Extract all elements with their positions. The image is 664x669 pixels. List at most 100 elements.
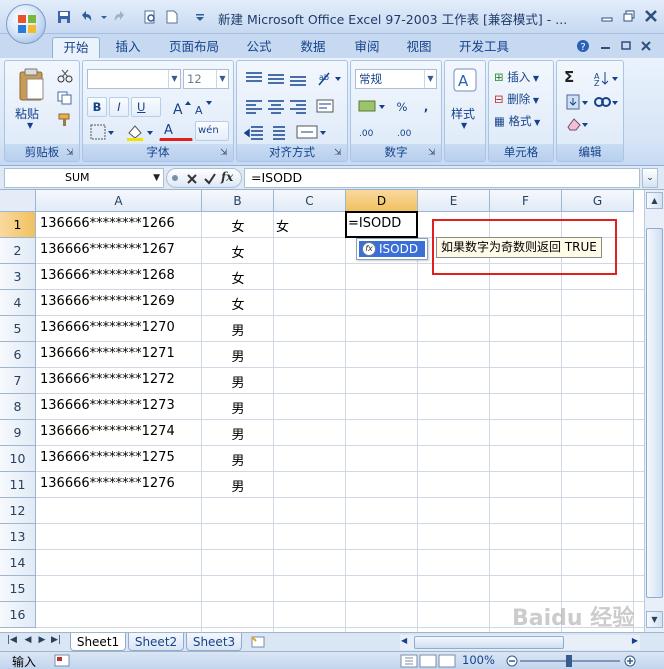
- cell-a3[interactable]: 136666********1268: [40, 268, 175, 283]
- undo-dropdown-icon[interactable]: [96, 9, 112, 25]
- delete-cells-button[interactable]: ⊟ 删除 ▼: [491, 89, 551, 109]
- insert-sheet-icon[interactable]: [248, 635, 268, 649]
- cell-b1[interactable]: 女: [202, 216, 274, 235]
- fill-icon[interactable]: [565, 93, 591, 111]
- paste-button[interactable]: 粘贴: [15, 105, 39, 122]
- decimal-icons[interactable]: .00 .00: [357, 123, 433, 141]
- cell-a2[interactable]: 136666********1267: [40, 242, 175, 257]
- tab-insert[interactable]: 插入: [106, 37, 150, 58]
- clear-icon[interactable]: [565, 115, 591, 133]
- print-preview-icon[interactable]: [142, 9, 158, 25]
- column-header-g[interactable]: G: [562, 190, 634, 212]
- first-sheet-icon[interactable]: |◀: [6, 635, 18, 645]
- zoom-out-icon[interactable]: [506, 655, 518, 667]
- font-color-button[interactable]: A: [159, 121, 193, 141]
- column-header-d[interactable]: D: [346, 190, 418, 212]
- orientation-icon[interactable]: ab: [315, 69, 343, 87]
- zoom-in-icon[interactable]: [624, 655, 636, 667]
- column-header-a[interactable]: A: [36, 190, 202, 212]
- tab-home[interactable]: 开始: [52, 37, 100, 58]
- ribbon-close-icon[interactable]: [640, 40, 652, 52]
- expand-formula-bar-icon[interactable]: ⌄: [642, 168, 658, 188]
- row-header-15[interactable]: 15: [0, 576, 36, 602]
- italic-button[interactable]: I: [109, 97, 129, 117]
- vertical-scrollbar[interactable]: ▲ ▼: [644, 190, 664, 632]
- cell-b10[interactable]: 男: [202, 450, 274, 469]
- last-sheet-icon[interactable]: ▶|: [50, 635, 62, 645]
- column-header-b[interactable]: B: [202, 190, 274, 212]
- row-header-13[interactable]: 13: [0, 524, 36, 550]
- cell-c1[interactable]: 女: [276, 216, 289, 235]
- tab-page-layout[interactable]: 页面布局: [160, 37, 228, 58]
- indent-icons[interactable]: [243, 123, 289, 141]
- ribbon-restore-icon[interactable]: [620, 40, 632, 52]
- paste-icon[interactable]: [17, 67, 47, 103]
- insert-function-button[interactable]: fx: [221, 170, 233, 184]
- format-cells-button[interactable]: ▦ 格式 ▼: [491, 111, 551, 131]
- undo-icon[interactable]: [78, 9, 94, 25]
- column-header-f[interactable]: F: [490, 190, 562, 212]
- merge-center-icon[interactable]: [295, 123, 327, 141]
- chevron-down-icon[interactable]: ▼: [153, 169, 160, 187]
- clipboard-launcher-icon[interactable]: ⇲: [66, 148, 76, 158]
- row-header-1[interactable]: 1: [0, 212, 36, 238]
- cell-b2[interactable]: 女: [202, 242, 274, 261]
- cell-b8[interactable]: 男: [202, 398, 274, 417]
- row-header-10[interactable]: 10: [0, 446, 36, 472]
- horizontal-align-icons[interactable]: [243, 97, 311, 115]
- horizontal-scroll-thumb[interactable]: [414, 636, 564, 649]
- comma-style-button[interactable]: ,: [415, 97, 437, 117]
- row-header-3[interactable]: 3: [0, 264, 36, 290]
- font-size-combo[interactable]: 12 ▼: [183, 69, 229, 89]
- tab-formulas[interactable]: 公式: [236, 37, 282, 58]
- active-cell-d1[interactable]: =ISODD: [345, 211, 418, 238]
- underline-button[interactable]: U: [131, 97, 161, 117]
- autosum-button[interactable]: Σ: [563, 67, 587, 87]
- office-button[interactable]: [6, 4, 46, 44]
- borders-icon[interactable]: [89, 123, 115, 141]
- row-header-11[interactable]: 11: [0, 472, 36, 498]
- scroll-right-icon[interactable]: ▶: [632, 636, 638, 645]
- sheet-tab-sheet3[interactable]: Sheet3: [186, 633, 242, 651]
- bold-button[interactable]: B: [87, 97, 107, 117]
- row-header-16[interactable]: 16: [0, 602, 36, 628]
- insert-cells-button[interactable]: ⊞ 插入 ▼: [491, 67, 551, 87]
- sheet-tab-sheet2[interactable]: Sheet2: [128, 633, 184, 651]
- row-header-4[interactable]: 4: [0, 290, 36, 316]
- autocomplete-item-isodd[interactable]: fx ISODD: [359, 241, 425, 257]
- cell-a7[interactable]: 136666********1272: [40, 372, 175, 387]
- macro-record-icon[interactable]: [54, 654, 70, 667]
- cell-b9[interactable]: 男: [202, 424, 274, 443]
- cell-a5[interactable]: 136666********1270: [40, 320, 175, 335]
- cell-a10[interactable]: 136666********1275: [40, 450, 175, 465]
- row-header-6[interactable]: 6: [0, 342, 36, 368]
- styles-button[interactable]: 样式: [451, 105, 475, 122]
- styles-dropdown-icon[interactable]: ▼: [461, 121, 467, 130]
- restore-icon[interactable]: [622, 9, 636, 23]
- cell-a8[interactable]: 136666********1273: [40, 398, 175, 413]
- cell-b7[interactable]: 男: [202, 372, 274, 391]
- copy-icon[interactable]: [57, 91, 73, 105]
- wrap-text-icon[interactable]: [315, 97, 337, 115]
- minimize-icon[interactable]: [600, 9, 614, 23]
- number-launcher-icon[interactable]: ⇲: [428, 148, 438, 158]
- tab-review[interactable]: 审阅: [344, 37, 390, 58]
- phonetic-button[interactable]: wén: [195, 121, 229, 141]
- row-header-9[interactable]: 9: [0, 420, 36, 446]
- function-autocomplete-list[interactable]: fx ISODD: [356, 238, 428, 260]
- tab-data[interactable]: 数据: [290, 37, 336, 58]
- prev-sheet-icon[interactable]: ◀: [22, 635, 34, 645]
- tab-view[interactable]: 视图: [396, 37, 442, 58]
- percent-button[interactable]: %: [391, 97, 413, 117]
- ribbon-minimize-icon[interactable]: [600, 40, 612, 52]
- vertical-align-icons[interactable]: [243, 69, 311, 87]
- format-painter-icon[interactable]: [57, 113, 73, 127]
- cell-b5[interactable]: 男: [202, 320, 274, 339]
- grow-font-icon[interactable]: A: [171, 99, 191, 117]
- alignment-launcher-icon[interactable]: ⇲: [334, 148, 344, 158]
- row-header-14[interactable]: 14: [0, 550, 36, 576]
- scroll-left-icon[interactable]: ◀: [401, 636, 407, 645]
- row-header-7[interactable]: 7: [0, 368, 36, 394]
- cell-b4[interactable]: 女: [202, 294, 274, 313]
- horizontal-scrollbar[interactable]: ◀ ▶: [400, 635, 640, 650]
